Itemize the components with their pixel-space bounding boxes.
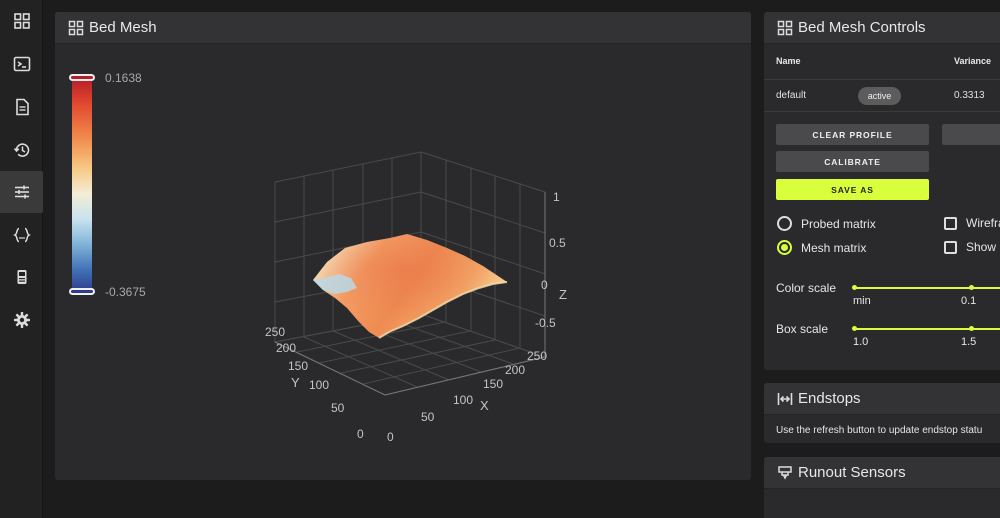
controls-title: Bed Mesh Controls xyxy=(798,19,926,36)
y-axis-label: Y xyxy=(291,375,300,390)
wireframe-label: Wirefra xyxy=(966,216,1000,230)
history-icon xyxy=(13,143,29,157)
save-as-button[interactable]: SAVE AS xyxy=(776,179,929,200)
x-tick-3: 100 xyxy=(453,393,474,407)
color-scale-tick[interactable] xyxy=(852,285,857,290)
controls-header: Bed Mesh Controls xyxy=(764,12,1000,44)
box-scale-label: Box scale xyxy=(776,322,829,336)
dashboard-icon xyxy=(13,13,30,29)
gear-icon xyxy=(13,312,30,328)
printer-3d-nozzle-icon xyxy=(778,465,792,480)
z-tick-1: 1 xyxy=(553,190,560,204)
column-header-variance: Variance xyxy=(954,56,992,66)
show-option[interactable]: Show xyxy=(944,240,996,254)
document-icon xyxy=(15,98,29,116)
z-axis-label: Z xyxy=(559,287,567,302)
bed-mesh-card: Bed Mesh 0.1638 -0.3675 1 0.5 0 -0.5 Z 2… xyxy=(55,12,751,480)
z-tick-4: -0.5 xyxy=(535,316,556,330)
wireframe-option[interactable]: Wirefra xyxy=(944,216,1000,230)
arrow-expand-horizontal-icon xyxy=(777,392,793,405)
nav-settings[interactable] xyxy=(0,299,43,341)
table-divider xyxy=(764,79,1000,80)
nav-macros[interactable] xyxy=(0,214,43,256)
color-scale-value-min: min xyxy=(853,295,871,307)
tune-icon xyxy=(14,185,29,199)
color-scale-value: 0.1 xyxy=(961,295,977,307)
y-tick-3: 150 xyxy=(288,359,309,373)
nav-rail xyxy=(0,0,43,518)
x-tick-4: 150 xyxy=(483,377,504,391)
clear-profile-button[interactable]: CLEAR PROFILE xyxy=(776,124,929,145)
console-icon xyxy=(13,56,30,72)
radio-probed-matrix[interactable] xyxy=(777,216,792,231)
mesh-matrix-option[interactable]: Mesh matrix xyxy=(777,240,866,255)
checkbox-show[interactable] xyxy=(944,240,957,254)
probed-matrix-option[interactable]: Probed matrix xyxy=(777,216,876,231)
mesh-matrix-label: Mesh matrix xyxy=(801,240,867,255)
endstops-hint: Use the refresh button to update endstop… xyxy=(776,425,983,436)
x-tick-5: 200 xyxy=(505,363,526,377)
probed-matrix-label: Probed matrix xyxy=(801,216,876,231)
nav-console[interactable] xyxy=(0,43,43,85)
box-scale-tick[interactable] xyxy=(969,326,974,331)
y-tick-2: 200 xyxy=(276,341,297,355)
show-label: Show xyxy=(966,240,997,254)
profile-variance: 0.3313 xyxy=(954,90,985,101)
y-tick-5: 50 xyxy=(331,401,345,415)
x-tick-6: 250 xyxy=(527,349,548,363)
calibrate-button[interactable]: CALIBRATE xyxy=(776,151,929,172)
mesh-plot[interactable] xyxy=(55,12,751,480)
box-scale-tick[interactable] xyxy=(852,326,857,331)
x-tick-1: 0 xyxy=(387,430,394,444)
z-tick-3: 0 xyxy=(541,278,548,292)
x-tick-2: 50 xyxy=(421,410,435,424)
endstops-header: Endstops xyxy=(764,383,1000,415)
z-tick-2: 0.5 xyxy=(549,236,566,250)
box-scale-value: 1.5 xyxy=(961,336,977,348)
nav-tune[interactable] xyxy=(0,171,43,213)
profile-name[interactable]: default xyxy=(776,90,806,101)
color-scale-label: Color scale xyxy=(776,281,837,295)
x-axis-label: X xyxy=(480,398,489,413)
nav-files[interactable] xyxy=(0,86,43,128)
radio-mesh-matrix[interactable] xyxy=(777,240,792,255)
color-scale-tick[interactable] xyxy=(969,285,974,290)
nav-printer[interactable] xyxy=(0,256,43,298)
y-tick-1: 250 xyxy=(265,325,286,339)
bed-mesh-controls-card: Bed Mesh Controls Name Variance default … xyxy=(764,12,1000,370)
column-header-name: Name xyxy=(776,56,801,66)
runout-header: Runout Sensors xyxy=(764,457,1000,489)
status-badge: active xyxy=(858,87,901,105)
secondary-action-button[interactable] xyxy=(942,124,1000,145)
endstops-card: Endstops Use the refresh button to updat… xyxy=(764,383,1000,443)
y-tick-6: 0 xyxy=(357,427,364,441)
box-scale-slider[interactable] xyxy=(854,328,1000,330)
nav-dashboard[interactable] xyxy=(0,0,43,42)
color-scale-slider[interactable] xyxy=(854,287,1000,289)
printer-icon xyxy=(17,270,26,284)
mesh-surface xyxy=(313,234,508,339)
endstops-title: Endstops xyxy=(798,390,861,407)
grid-icon xyxy=(777,20,793,35)
code-braces-icon xyxy=(12,227,31,243)
checkbox-wireframe[interactable] xyxy=(944,216,957,230)
y-tick-4: 100 xyxy=(309,378,330,392)
nav-history[interactable] xyxy=(0,129,43,171)
box-scale-value-min: 1.0 xyxy=(853,336,869,348)
table-divider xyxy=(764,111,1000,112)
runout-title: Runout Sensors xyxy=(798,464,906,481)
runout-sensors-card: Runout Sensors xyxy=(764,457,1000,518)
